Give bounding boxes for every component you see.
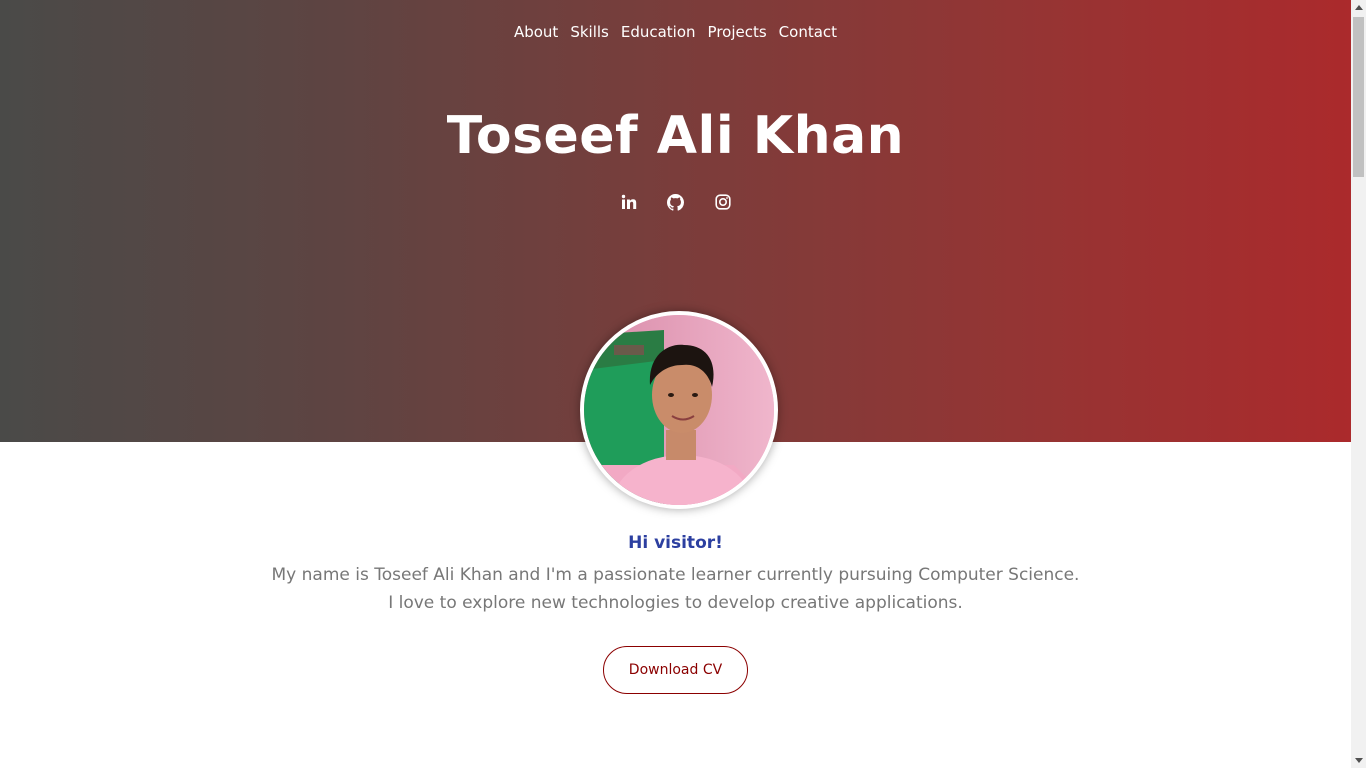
download-cv-button[interactable]: Download CV — [603, 646, 748, 694]
social-links — [0, 192, 1351, 212]
intro-line-1: My name is Toseef Ali Khan and I'm a pas… — [271, 565, 1080, 585]
hero-name: Toseef Ali Khan — [446, 106, 905, 166]
github-icon[interactable] — [666, 192, 686, 212]
intro-text: My name is Toseef Ali Khan and I'm a pas… — [0, 561, 1351, 617]
nav-item-about[interactable]: About — [514, 22, 558, 42]
linkedin-icon[interactable] — [619, 192, 639, 212]
top-nav: About Skills Education Projects Contact — [0, 22, 1351, 42]
scroll-up-icon[interactable] — [1351, 0, 1366, 15]
page: About Skills Education Projects Contact … — [0, 0, 1351, 768]
nav-item-contact[interactable]: Contact — [779, 22, 837, 42]
scroll-down-icon[interactable] — [1351, 753, 1366, 768]
intro-line-2: I love to explore new technologies to de… — [388, 593, 963, 613]
profile-photo — [580, 311, 778, 509]
greeting-text: Hi visitor! — [628, 533, 723, 553]
vertical-scrollbar[interactable] — [1351, 0, 1366, 768]
nav-item-projects[interactable]: Projects — [708, 22, 767, 42]
scrollbar-thumb[interactable] — [1353, 17, 1364, 177]
instagram-icon[interactable] — [713, 192, 733, 212]
nav-item-education[interactable]: Education — [621, 22, 696, 42]
nav-item-skills[interactable]: Skills — [570, 22, 609, 42]
